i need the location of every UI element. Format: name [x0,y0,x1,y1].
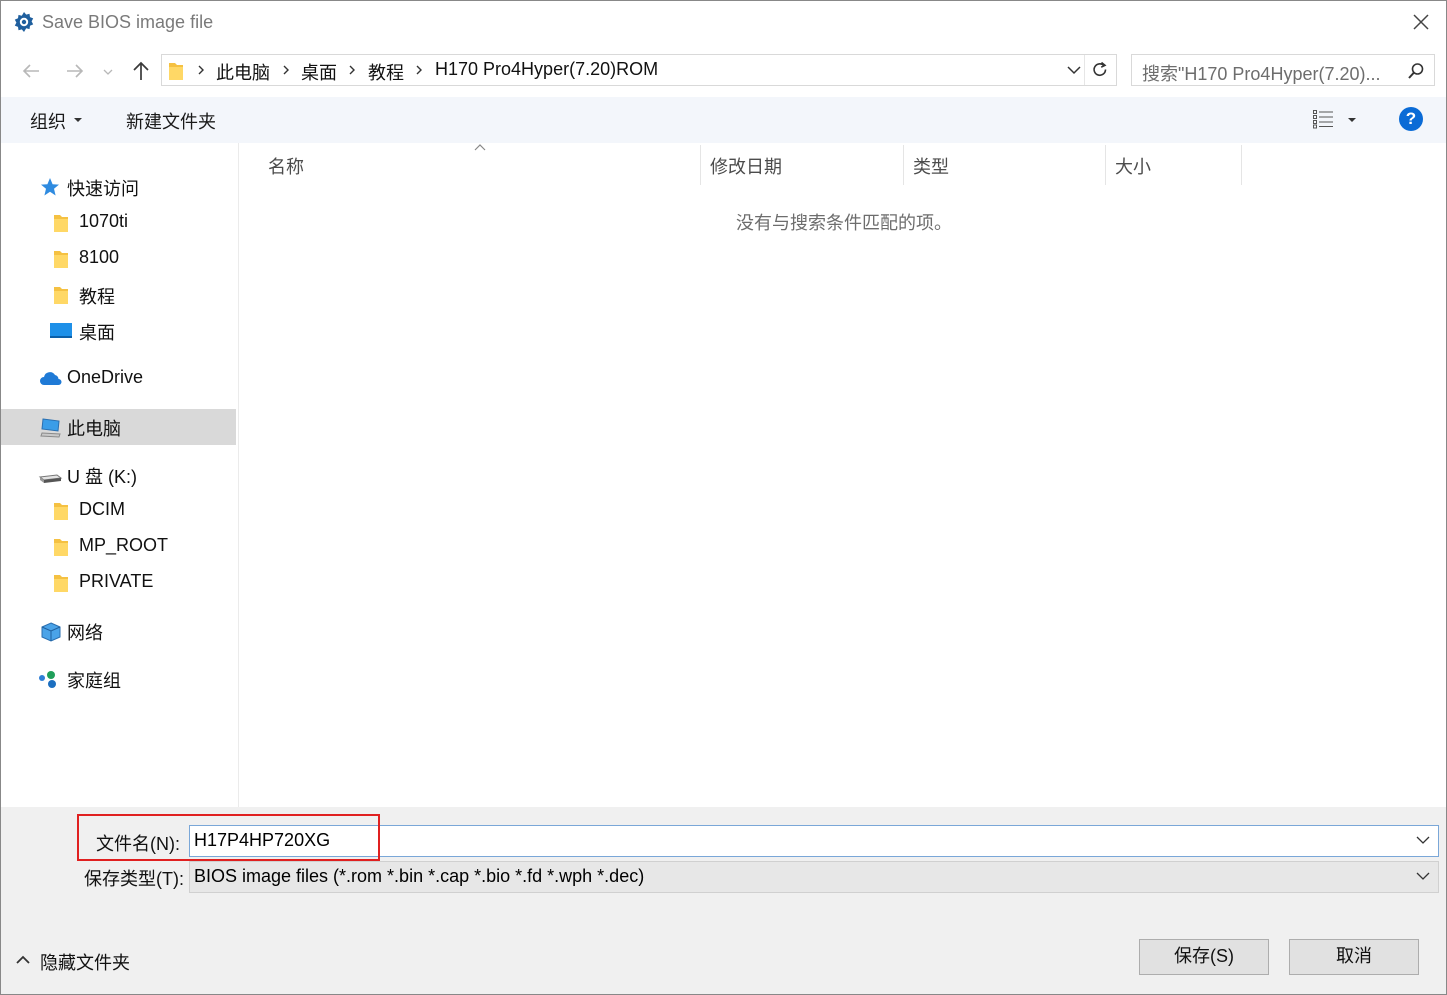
column-divider[interactable] [903,145,904,185]
filetype-label: 保存类型(T): [84,869,184,889]
column-header-size[interactable]: 大小 [1115,153,1151,179]
nav-label: 桌面 [79,323,115,343]
drive-icon [38,474,63,483]
forward-arrow-icon[interactable] [63,59,87,83]
folder-icon [169,63,183,80]
desktop-icon [50,323,72,338]
window-title: Save BIOS image file [42,12,214,32]
folder-icon [54,503,68,520]
recent-locations-chevron-icon[interactable] [101,59,115,83]
close-icon[interactable] [1410,11,1432,33]
star-icon [41,178,59,196]
column-header-name[interactable]: 名称 [268,153,304,179]
nav-label: PRIVATE [79,571,154,591]
back-arrow-icon[interactable] [19,59,43,83]
nav-item-8100[interactable]: 8100 [1,241,236,277]
cancel-button[interactable]: 取消 [1289,939,1419,975]
breadcrumb-desktop[interactable]: 桌面 [301,59,337,85]
nav-item-this-pc[interactable]: 此电脑 [1,409,236,445]
caret-down-icon[interactable] [73,117,83,123]
refresh-icon[interactable] [1090,60,1110,80]
nav-label: 家庭组 [67,671,121,691]
folder-icon [54,539,68,556]
nav-item-quick-access[interactable]: 快速访问 [1,169,236,205]
address-divider [1084,55,1085,85]
chevron-down-icon[interactable] [1416,871,1430,881]
nav-item-private[interactable]: PRIVATE [1,565,236,601]
filetype-value[interactable]: BIOS image files (*.rom *.bin *.cap *.bi… [194,866,644,887]
nav-label: 教程 [79,287,115,307]
column-divider[interactable] [700,145,701,185]
nav-item-dcim[interactable]: DCIM [1,493,236,529]
chevron-right-icon[interactable] [413,63,425,77]
folder-icon [54,287,68,304]
hide-folders-label: 隐藏文件夹 [40,953,130,973]
chevron-right-icon[interactable] [280,63,292,77]
folder-icon [54,575,68,592]
view-details-icon[interactable] [1312,109,1334,129]
column-divider[interactable] [1241,145,1242,185]
search-box[interactable]: 搜索"H170 Pro4Hyper(7.20)... [1131,54,1435,86]
nav-item-1070ti[interactable]: 1070ti [1,205,236,241]
column-divider[interactable] [1105,145,1106,185]
app-gear-icon [14,12,34,32]
nav-label: 快速访问 [67,179,139,199]
nav-item-homegroup[interactable]: 家庭组 [1,661,236,697]
search-icon[interactable] [1406,61,1426,81]
filename-label: 文件名(N): [96,834,180,854]
empty-results-message: 没有与搜索条件匹配的项。 [736,213,952,233]
navigation-pane: 快速访问 1070ti 8100 教程 桌面 OneDrive 此电脑 U 盘 … [1,143,239,807]
chevron-up-icon[interactable] [15,954,31,966]
up-arrow-icon[interactable] [129,59,153,83]
nav-item-network[interactable]: 网络 [1,613,236,649]
address-bar[interactable]: 此电脑 桌面 教程 H170 Pro4Hyper(7.20)ROM [161,54,1117,86]
computer-icon [40,418,61,438]
breadcrumb-tutorial[interactable]: 教程 [368,59,404,85]
homegroup-icon [39,671,56,688]
nav-item-desktop[interactable]: 桌面 [1,313,236,349]
filename-value[interactable]: H17P4HP720XG [194,830,330,851]
nav-item-tutorial[interactable]: 教程 [1,277,236,313]
nav-label: OneDrive [67,367,144,387]
sort-ascending-icon [474,144,486,151]
nav-label: 网络 [67,623,103,643]
save-options-panel: 文件名(N): H17P4HP720XG 保存类型(T): BIOS image… [1,807,1446,994]
nav-item-usb-drive[interactable]: U 盘 (K:) [1,457,236,493]
file-list: 名称 修改日期 类型 大小 没有与搜索条件匹配的项。 [239,143,1446,807]
nav-item-onedrive[interactable]: OneDrive [1,361,236,397]
address-dropdown-chevron-icon[interactable] [1066,61,1082,79]
column-header-type[interactable]: 类型 [913,153,949,179]
breadcrumb-current-folder[interactable]: H170 Pro4Hyper(7.20)ROM [435,59,658,80]
command-toolbar: 组织 新建文件夹 ? [1,97,1446,143]
folder-icon [54,215,68,232]
nav-label: 8100 [79,247,120,267]
organize-button[interactable]: 组织 [30,108,66,134]
chevron-right-icon[interactable] [346,63,358,77]
folder-icon [54,251,68,268]
new-folder-button[interactable]: 新建文件夹 [126,108,216,134]
chevron-right-icon[interactable] [195,63,207,77]
view-options-caret-icon[interactable] [1347,117,1357,123]
nav-label: 此电脑 [67,419,121,439]
title-bar: Save BIOS image file [1,1,1446,45]
nav-label: DCIM [79,499,125,519]
cloud-icon [40,372,62,385]
network-icon [41,622,61,642]
nav-item-mp-root[interactable]: MP_ROOT [1,529,236,565]
nav-label: 1070ti [79,211,129,231]
breadcrumb-this-pc[interactable]: 此电脑 [216,59,270,85]
save-button[interactable]: 保存(S) [1139,939,1269,975]
nav-label: MP_ROOT [79,535,169,555]
search-input[interactable]: 搜索"H170 Pro4Hyper(7.20)... [1142,60,1380,86]
filename-field[interactable]: H17P4HP720XG [189,825,1439,857]
column-header-modified[interactable]: 修改日期 [710,153,782,179]
save-dialog: Save BIOS image file 此电脑 桌面 教程 H170 Pro4… [0,0,1447,995]
nav-label: U 盘 (K:) [67,467,137,487]
chevron-down-icon[interactable] [1416,835,1430,845]
filetype-select[interactable]: BIOS image files (*.rom *.bin *.cap *.bi… [189,861,1439,893]
help-button[interactable]: ? [1399,107,1423,131]
